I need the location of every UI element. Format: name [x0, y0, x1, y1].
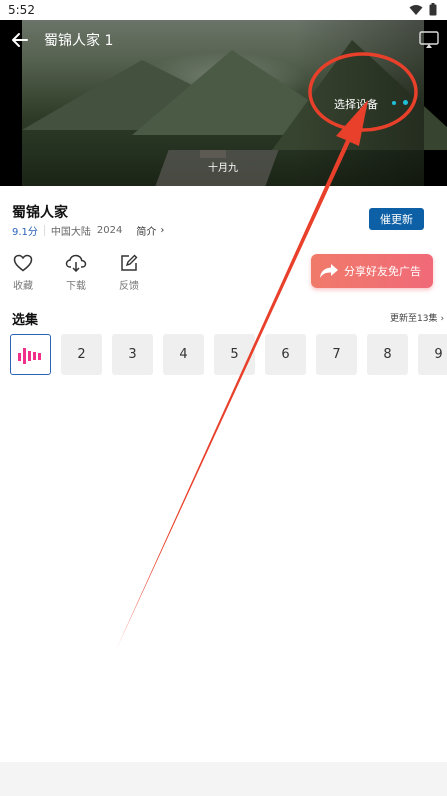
episode-button[interactable]: 2: [61, 334, 102, 375]
urge-update-button[interactable]: 催更新: [369, 208, 424, 230]
download-label: 下载: [66, 281, 86, 292]
episode-button[interactable]: 4: [163, 334, 204, 375]
show-title: 蜀锦人家: [12, 205, 68, 221]
temple-shape: [200, 150, 226, 158]
episode-list: 2 3 4 5 6 7 8 9: [10, 334, 447, 375]
heart-icon: [13, 254, 33, 272]
feedback-label: 反馈: [119, 281, 139, 292]
chevron-right-icon: ›: [440, 314, 445, 324]
bottom-area: [0, 762, 447, 796]
episode-button[interactable]: 7: [316, 334, 357, 375]
video-title: 蜀锦人家 1: [44, 33, 114, 49]
wifi-icon: [409, 4, 423, 15]
divider: [43, 225, 45, 236]
playing-bars-icon: [17, 347, 41, 364]
updated-to-label: 更新至13集: [390, 314, 438, 324]
share-friends-button[interactable]: 分享好友免广告: [311, 254, 433, 288]
episode-button[interactable]: 9: [418, 334, 447, 375]
edit-icon: [121, 254, 138, 271]
carousel-dots: [392, 100, 408, 105]
episode-button-1-playing[interactable]: [10, 334, 51, 375]
share-label: 分享好友免广告: [344, 265, 421, 278]
episode-button[interactable]: 5: [214, 334, 255, 375]
score-label: 9.1分: [12, 227, 38, 238]
share-arrow-icon: [320, 264, 338, 278]
year-label: 2024: [96, 225, 123, 236]
back-arrow-icon[interactable]: [11, 31, 29, 49]
status-time: 5:52: [8, 3, 35, 17]
carousel-dot: [392, 101, 396, 105]
download-button[interactable]: 下载: [61, 254, 91, 292]
status-bar: 5:52: [0, 0, 447, 20]
chevron-right-icon[interactable]: ›: [160, 225, 164, 236]
episodes-heading: 选集: [12, 313, 39, 328]
episode-button[interactable]: 6: [265, 334, 306, 375]
show-meta: 9.1分 中国大陆 2024 简介 ›: [12, 223, 164, 238]
status-icons: [409, 3, 437, 16]
episode-button[interactable]: 8: [367, 334, 408, 375]
region-label: 中国大陆: [50, 227, 91, 238]
carousel-dot: [403, 100, 408, 105]
battery-icon: [429, 3, 437, 16]
episode-button[interactable]: 3: [112, 334, 153, 375]
cast-icon[interactable]: [419, 31, 439, 49]
favorite-button[interactable]: 收藏: [8, 254, 38, 292]
video-subtitle: 十月九: [208, 163, 238, 174]
cloud-download-icon: [65, 254, 87, 272]
feedback-button[interactable]: 反馈: [114, 254, 144, 292]
favorite-label: 收藏: [13, 281, 33, 292]
app-screen: 5:52 蜀锦人家 1 选择设备 十月九 蜀锦人家 9.1分 中国大陆 2024…: [0, 0, 447, 796]
updated-to-link[interactable]: 更新至13集 ›: [390, 311, 444, 324]
video-player[interactable]: 蜀锦人家 1 选择设备 十月九: [0, 20, 447, 186]
select-device-label[interactable]: 选择设备: [334, 96, 378, 112]
intro-link[interactable]: 简介: [136, 223, 156, 238]
